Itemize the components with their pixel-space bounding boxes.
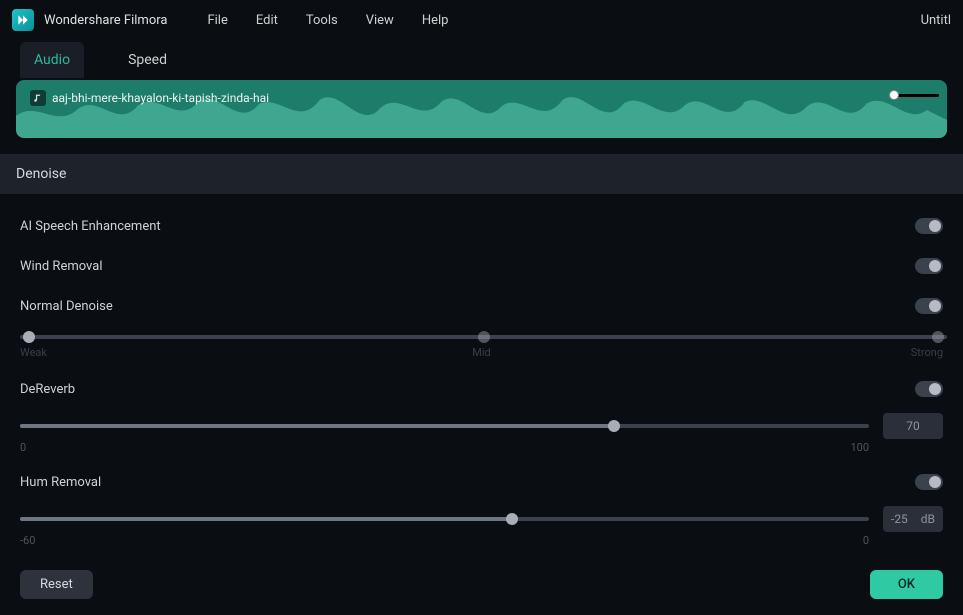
label-ai-speech: AI Speech Enhancement	[20, 219, 161, 234]
tick-hum-max: 0	[863, 534, 869, 547]
tick-hum-min: -60	[20, 534, 35, 547]
tab-speed[interactable]: Speed	[114, 42, 181, 78]
row-hum-removal: Hum Removal	[16, 466, 947, 498]
value-hum-unit: dB	[921, 512, 935, 526]
menu-tools[interactable]: Tools	[306, 13, 338, 28]
tick-dereverb-max: 100	[850, 441, 869, 454]
slider-normal-denoise[interactable]	[20, 330, 947, 344]
ok-button[interactable]: OK	[870, 570, 943, 599]
value-hum-removal[interactable]: -25 dB	[883, 506, 943, 532]
reset-button[interactable]: Reset	[20, 570, 93, 599]
tick-normal-strong: Strong	[911, 346, 943, 359]
tick-normal-weak: Weak	[20, 346, 47, 359]
label-wind-removal: Wind Removal	[20, 259, 103, 274]
row-ai-speech: AI Speech Enhancement	[16, 210, 947, 242]
panel-tabs: Audio Speed	[0, 40, 963, 80]
row-wind-removal: Wind Removal	[16, 250, 947, 282]
row-dereverb: DeReverb	[16, 373, 947, 405]
toggle-normal-denoise[interactable]	[915, 298, 943, 314]
label-hum-removal: Hum Removal	[20, 475, 101, 490]
label-normal-denoise: Normal Denoise	[20, 299, 113, 314]
waveform-icon	[16, 80, 947, 138]
clip-fade-handle[interactable]	[889, 90, 899, 100]
menu-help[interactable]: Help	[422, 13, 449, 28]
main-menu: File Edit Tools View Help	[207, 13, 448, 28]
row-normal-denoise: Normal Denoise	[16, 290, 947, 322]
clip-name: aaj-bhi-mere-khayalon-ki-tapish-zinda-ha…	[52, 91, 269, 105]
slider-hum-removal[interactable]	[20, 512, 869, 526]
title-bar: Wondershare Filmora File Edit Tools View…	[0, 0, 963, 40]
value-hum-number: -25	[891, 512, 908, 526]
value-dereverb[interactable]: 70	[883, 413, 943, 439]
toggle-dereverb[interactable]	[915, 381, 943, 397]
app-name: Wondershare Filmora	[44, 13, 167, 28]
clip-fade-rail[interactable]	[894, 94, 939, 97]
toggle-wind-removal[interactable]	[915, 258, 943, 274]
audio-panel: aaj-bhi-mere-khayalon-ki-tapish-zinda-ha…	[0, 80, 963, 559]
tick-dereverb-min: 0	[20, 441, 26, 454]
toggle-hum-removal[interactable]	[915, 474, 943, 490]
menu-edit[interactable]: Edit	[256, 13, 278, 28]
audio-clip-waveform[interactable]: aaj-bhi-mere-khayalon-ki-tapish-zinda-ha…	[16, 80, 947, 138]
slider-dereverb[interactable]	[20, 419, 869, 433]
label-dereverb: DeReverb	[20, 382, 75, 397]
app-logo-icon	[12, 9, 34, 31]
tick-normal-mid: Mid	[472, 346, 490, 359]
document-title: Untitl	[921, 13, 951, 28]
section-denoise-header: Denoise	[0, 154, 963, 194]
menu-file[interactable]: File	[207, 13, 227, 28]
toggle-ai-speech[interactable]	[915, 218, 943, 234]
footer-buttons: Reset OK	[20, 570, 943, 599]
menu-view[interactable]: View	[366, 13, 394, 28]
tab-audio[interactable]: Audio	[20, 42, 84, 78]
music-note-icon	[30, 90, 46, 106]
